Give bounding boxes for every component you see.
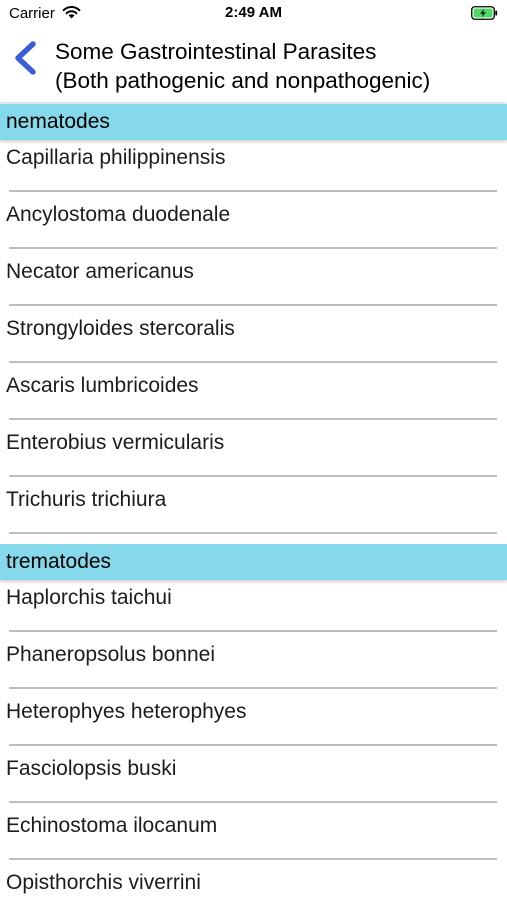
navigation-bar: Some Gastrointestinal Parasites (Both pa…: [0, 26, 507, 102]
page-title: Some Gastrointestinal Parasites (Both pa…: [55, 37, 500, 95]
status-time: 2:49 AM: [225, 4, 282, 21]
list-item[interactable]: Heterophyes heterophyes: [0, 689, 507, 746]
section-header-trematodes: trematodes: [0, 544, 507, 580]
list-item[interactable]: Echinostoma ilocanum: [0, 803, 507, 860]
list-item[interactable]: Strongyloides stercoralis: [0, 306, 507, 363]
list-item-label: Necator americanus: [6, 260, 194, 283]
list-item[interactable]: Necator americanus: [0, 249, 507, 306]
list-item-label: Enterobius vermicularis: [6, 431, 225, 454]
battery-charging-icon: [471, 6, 498, 20]
list-item[interactable]: Haplorchis taichui: [0, 575, 507, 632]
list-item-label: Ancylostoma duodenale: [6, 203, 231, 226]
back-button[interactable]: [6, 36, 46, 80]
list-item[interactable]: Trichuris trichiura: [0, 477, 507, 534]
divider: [9, 532, 497, 534]
list-item-label: Opisthorchis viverrini: [6, 871, 201, 894]
list-item-label: Fasciolopsis buski: [6, 757, 177, 780]
page-title-line-1: Some Gastrointestinal Parasites: [55, 39, 377, 64]
section-header-nematodes: nematodes: [0, 104, 507, 140]
list-item-label: Haplorchis taichui: [6, 586, 172, 609]
page-title-line-2: (Both pathogenic and nonpathogenic): [55, 68, 431, 93]
list-item[interactable]: Fasciolopsis buski: [0, 746, 507, 803]
list-item-label: Heterophyes heterophyes: [6, 700, 247, 723]
list-item-label: Ascaris lumbricoides: [6, 374, 199, 397]
list-item-label: Capillaria philippinensis: [6, 146, 226, 169]
list-item-label: Trichuris trichiura: [6, 488, 167, 511]
list-item[interactable]: Ancylostoma duodenale: [0, 192, 507, 249]
list-item[interactable]: Phaneropsolus bonnei: [0, 632, 507, 689]
status-bar: Carrier 2:49 AM: [0, 0, 507, 26]
list-item[interactable]: Enterobius vermicularis: [0, 420, 507, 477]
list-item-label: Phaneropsolus bonnei: [6, 643, 215, 666]
list-item-label: Echinostoma ilocanum: [6, 814, 218, 837]
list-item[interactable]: Capillaria philippinensis: [0, 135, 507, 192]
list-item[interactable]: Ascaris lumbricoides: [0, 363, 507, 420]
list-item-label: Strongyloides stercoralis: [6, 317, 235, 340]
list-item[interactable]: Opisthorchis viverrini: [0, 860, 507, 900]
chevron-left-icon: [15, 41, 36, 75]
